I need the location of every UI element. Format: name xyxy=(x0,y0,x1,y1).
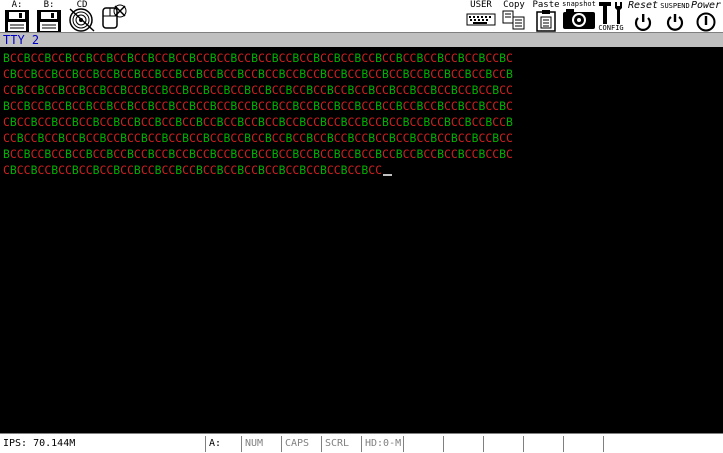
status-cell-empty xyxy=(483,436,523,452)
terminal-row: CBCCBCCBCCBCCBCCBCCBCCBCCBCCBCCBCCBCCBCC… xyxy=(3,115,513,129)
terminal-row: BCCBCCBCCBCCBCCBCCBCCBCCBCCBCCBCCBCCBCCB… xyxy=(3,99,513,113)
cdrom-icon xyxy=(68,8,96,32)
floppy-b-label: B: xyxy=(43,0,55,10)
status-bar: IPS: 70.144M A: NUM CAPS SCRL HD:0-M xyxy=(0,433,723,453)
config-label: CONFIG xyxy=(598,24,624,32)
floppy-a-button[interactable]: A: xyxy=(3,0,31,33)
paste-label: Paste xyxy=(532,0,560,10)
reset-label: Reset xyxy=(627,0,659,11)
title-bar: TTY 2 xyxy=(0,33,723,47)
copy-label: Copy xyxy=(503,0,525,10)
user-button[interactable]: USER xyxy=(465,0,497,33)
paste-button[interactable]: Paste xyxy=(531,0,561,33)
config-button[interactable]: CONFIG xyxy=(597,0,625,33)
camera-icon xyxy=(562,8,596,30)
power-icon xyxy=(696,12,716,32)
suspend-button[interactable]: SUSPEND xyxy=(659,0,691,33)
mouse-button[interactable] xyxy=(99,0,129,33)
hd-status: HD:0-M xyxy=(361,436,403,452)
reset-button[interactable]: Reset xyxy=(626,0,660,33)
mouse-icon xyxy=(100,2,128,32)
terminal-row: BCCBCCBCCBCCBCCBCCBCCBCCBCCBCCBCCBCCBCCB… xyxy=(3,51,513,65)
copy-icon xyxy=(501,10,527,30)
user-label: USER xyxy=(470,0,492,10)
clipboard-icon xyxy=(534,10,558,32)
terminal-screen[interactable]: BCCBCCBCCBCCBCCBCCBCCBCCBCCBCCBCCBCCBCCB… xyxy=(0,47,723,433)
caps-lock-status: CAPS xyxy=(281,436,321,452)
suspend-icon xyxy=(666,13,684,31)
floppy-disk-icon xyxy=(36,10,62,32)
power-button[interactable]: Power xyxy=(690,0,722,33)
power-label: Power xyxy=(690,0,722,11)
terminal-row: CBCCBCCBCCBCCBCCBCCBCCBCCBCCBCCBCCBCCBCC… xyxy=(3,162,513,178)
terminal-row: CCBCCBCCBCCBCCBCCBCCBCCBCCBCCBCCBCCBCCBC… xyxy=(3,83,513,97)
status-cell-empty xyxy=(563,436,603,452)
copy-button[interactable]: Copy xyxy=(499,0,529,33)
floppy-b-button[interactable]: B: xyxy=(35,0,63,33)
drive-status: A: xyxy=(205,436,241,452)
ips-status: IPS: 70.144M xyxy=(3,438,76,449)
text-cursor xyxy=(382,174,392,176)
suspend-label: SUSPEND xyxy=(660,2,690,10)
scroll-lock-status: SCRL xyxy=(321,436,361,452)
toolbar: A: B: CD USER Copy Paste snapshot CONFIG… xyxy=(0,0,723,33)
floppy-disk-icon xyxy=(4,10,30,32)
tools-icon xyxy=(598,0,624,24)
snapshot-label: snapshot xyxy=(562,0,596,8)
terminal-row: CBCCBCCBCCBCCBCCBCCBCCBCCBCCBCCBCCBCCBCC… xyxy=(3,67,513,81)
floppy-a-label: A: xyxy=(11,0,23,10)
terminal-text: BCCBCCBCCBCCBCCBCCBCCBCCBCCBCCBCCBCCBCCB… xyxy=(3,50,513,178)
reset-icon xyxy=(634,13,652,31)
keyboard-icon xyxy=(466,10,496,26)
status-cell-empty xyxy=(443,436,483,452)
status-cell-empty xyxy=(603,436,723,452)
terminal-row: CCBCCBCCBCCBCCBCCBCCBCCBCCBCCBCCBCCBCCBC… xyxy=(3,131,513,145)
status-cell-empty xyxy=(523,436,563,452)
status-cell-empty xyxy=(403,436,443,452)
terminal-row: BCCBCCBCCBCCBCCBCCBCCBCCBCCBCCBCCBCCBCCB… xyxy=(3,147,513,161)
snapshot-button[interactable]: snapshot xyxy=(561,0,597,33)
num-lock-status: NUM xyxy=(241,436,281,452)
window-title: TTY 2 xyxy=(3,33,40,47)
cdrom-button[interactable]: CD xyxy=(67,0,97,33)
